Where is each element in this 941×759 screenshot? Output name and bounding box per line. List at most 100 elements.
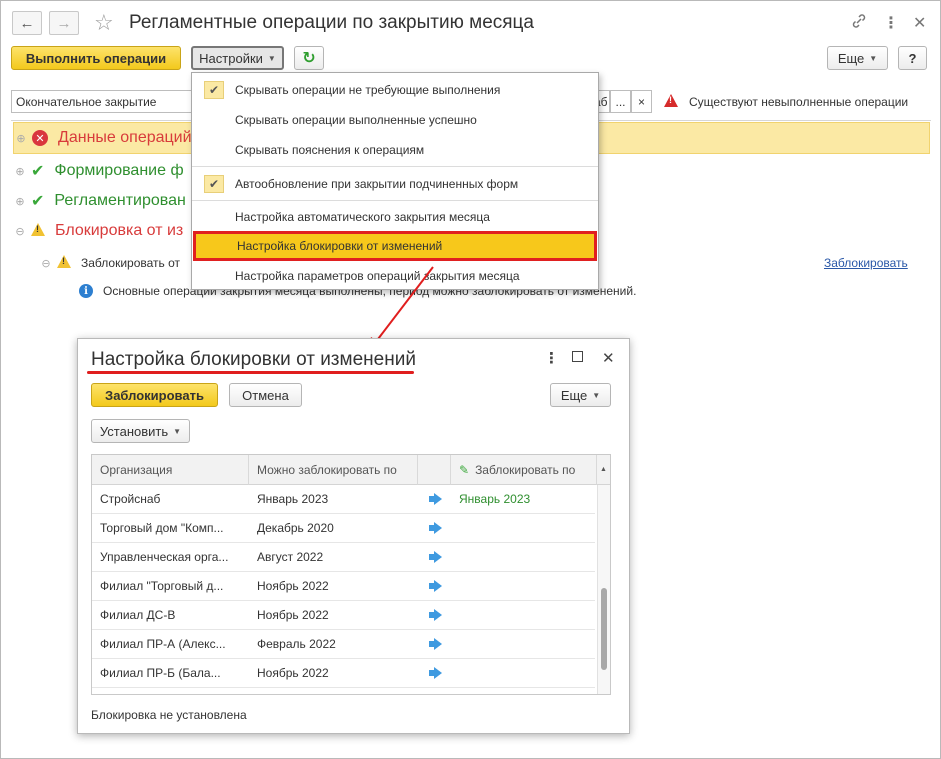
checkmark-icon: ✔ [204, 175, 224, 193]
expand-icon[interactable]: ⊕ [14, 132, 28, 145]
lock-settings-dialog: Настройка блокировки от изменений ⋮ ✕ За… [77, 338, 630, 734]
check-icon: ✔ [31, 193, 45, 210]
cell-can-lock: Февраль 2022 [257, 637, 336, 651]
tree-item-label: Формирование ф [54, 162, 184, 179]
cell-lock-to[interactable] [451, 601, 597, 629]
refresh-button[interactable]: ↻ [294, 46, 324, 70]
expand-icon[interactable]: ⊕ [13, 165, 27, 178]
cell-lock-to[interactable] [451, 659, 597, 687]
more-label: Еще [560, 387, 588, 403]
cell-lock-to[interactable] [451, 543, 597, 571]
table-row[interactable]: Торговый дом "Комп... Декабрь 2020 [92, 514, 595, 543]
more-button[interactable]: Еще ▼ [550, 383, 611, 407]
lock-button[interactable]: Заблокировать [91, 383, 218, 407]
organization-select-button[interactable]: ... [610, 90, 631, 113]
run-operations-button[interactable]: Выполнить операции [11, 46, 181, 70]
settings-dropdown-button[interactable]: Настройки ▼ [191, 46, 284, 70]
closing-mode-value: Окончательное закрытие [16, 94, 157, 109]
scrollbar-thumb[interactable] [601, 588, 607, 670]
refresh-icon: ↻ [302, 50, 316, 67]
lock-link[interactable]: Заблокировать [824, 256, 908, 270]
dialog-title: Настройка блокировки от изменений [91, 349, 416, 370]
column-header-organization[interactable]: Организация [92, 455, 249, 485]
move-arrow-icon[interactable] [418, 543, 451, 571]
table-row[interactable]: Филиал ПР-А (Алекс... Февраль 2022 [92, 630, 595, 659]
settings-label: Настройки [199, 50, 263, 66]
menu-item-label: Скрывать пояснения к операциям [235, 143, 425, 157]
maximize-icon[interactable] [572, 351, 583, 362]
menu-item-hide-successful[interactable]: Скрывать операции выполненные успешно [192, 105, 598, 135]
link-icon[interactable] [851, 13, 867, 34]
check-icon: ✔ [31, 163, 45, 180]
more-vertical-icon[interactable]: ⋮ [883, 13, 899, 33]
column-header-can-lock[interactable]: Можно заблокировать по [249, 455, 418, 485]
cell-lock-to[interactable] [451, 630, 597, 658]
scroll-up-icon[interactable]: ▲ [597, 455, 610, 485]
move-arrow-icon[interactable] [418, 514, 451, 542]
warning-icon [664, 94, 678, 110]
move-arrow-icon[interactable] [418, 630, 451, 658]
tree-row-formation[interactable]: ⊕ ✔ Формирование ф [13, 155, 184, 187]
more-vertical-icon[interactable]: ⋮ [544, 349, 559, 367]
move-arrow-icon[interactable] [418, 485, 451, 513]
title-underline [87, 371, 414, 374]
back-button[interactable]: ← [12, 11, 42, 35]
main-window: ← → ☆ Регламентные операции по закрытию … [0, 0, 941, 759]
collapse-icon[interactable]: ⊖ [39, 257, 53, 270]
collapse-icon[interactable]: ⊖ [13, 225, 27, 238]
table-row[interactable]: Стройснаб Январь 2023 Январь 2023 [92, 485, 595, 514]
menu-separator [192, 200, 598, 201]
vertical-scrollbar[interactable] [597, 485, 610, 694]
favorite-star-icon[interactable]: ☆ [94, 10, 114, 36]
cell-organization: Управленческая орга... [100, 550, 229, 564]
more-button[interactable]: Еще ▼ [827, 46, 888, 70]
menu-item-label: Настройка блокировки от изменений [237, 239, 443, 253]
tree-item-label: Блокировка от из [55, 222, 184, 239]
move-arrow-icon[interactable] [418, 572, 451, 600]
cell-lock-to[interactable]: Январь 2023 [451, 485, 597, 513]
menu-item-label: Автообновление при закрытии подчиненных … [235, 177, 519, 191]
organization-clear-button[interactable]: × [631, 90, 652, 113]
tree-row-lock[interactable]: ⊖ Блокировка от из [13, 215, 183, 247]
pencil-icon: ✎ [459, 462, 470, 477]
table-row[interactable]: Филиал ПР-Б (Бала... Ноябрь 2022 [92, 659, 595, 688]
cell-lock-to[interactable] [451, 514, 597, 542]
cell-can-lock: Декабрь 2020 [257, 521, 334, 535]
close-icon[interactable]: ✕ [913, 13, 926, 33]
cell-can-lock: Январь 2023 [257, 492, 329, 506]
tree-row-regulated[interactable]: ⊕ ✔ Регламентирован [13, 185, 185, 217]
table-row[interactable]: Филиал ДС-В Ноябрь 2022 [92, 601, 595, 630]
set-dropdown-button[interactable]: Установить ▼ [91, 419, 190, 443]
settings-menu: ✔ Скрывать операции не требующие выполне… [191, 72, 599, 290]
table-row[interactable]: Управленческая орга... Август 2022 [92, 543, 595, 572]
tree-subrow-lock[interactable]: ⊖ Заблокировать от [39, 247, 180, 279]
forward-button[interactable]: → [49, 11, 79, 35]
cell-can-lock: Ноябрь 2022 [257, 666, 329, 680]
cell-lock-to[interactable] [451, 572, 597, 600]
warning-icon [57, 255, 71, 271]
cell-can-lock: Август 2022 [257, 550, 324, 564]
help-button[interactable]: ? [898, 46, 927, 70]
menu-item-autoupdate[interactable]: ✔ Автообновление при закрытии подчиненны… [192, 169, 598, 199]
cancel-button[interactable]: Отмена [229, 383, 302, 407]
back-arrow-icon: ← [19, 14, 35, 32]
info-icon: i [79, 284, 93, 298]
table-row[interactable]: Филиал "Торговый д... Ноябрь 2022 [92, 572, 595, 601]
menu-item-hide-explanations[interactable]: Скрывать пояснения к операциям [192, 135, 598, 165]
menu-item-lock-settings[interactable]: Настройка блокировки от изменений [193, 231, 597, 261]
move-arrow-icon[interactable] [418, 601, 451, 629]
cell-organization: Торговый дом "Комп... [100, 521, 224, 535]
tree-item-label: Данные операций [58, 129, 192, 146]
move-arrow-icon[interactable] [418, 659, 451, 687]
closing-mode-field[interactable]: Окончательное закрытие [11, 90, 192, 113]
close-icon[interactable]: ✕ [602, 349, 615, 367]
page-title: Регламентные операции по закрытию месяца [129, 12, 534, 33]
organizations-table: Организация Можно заблокировать по ✎ Заб… [91, 454, 611, 695]
expand-icon[interactable]: ⊕ [13, 195, 27, 208]
cell-organization: Филиал ДС-В [100, 608, 176, 622]
menu-item-hide-not-required[interactable]: ✔ Скрывать операции не требующие выполне… [192, 75, 598, 105]
column-header-lock-to[interactable]: ✎ Заблокировать по [451, 455, 597, 485]
warning-icon [31, 223, 45, 239]
menu-item-auto-closing-settings[interactable]: Настройка автоматического закрытия месяц… [192, 202, 598, 232]
forward-arrow-icon: → [56, 14, 72, 32]
